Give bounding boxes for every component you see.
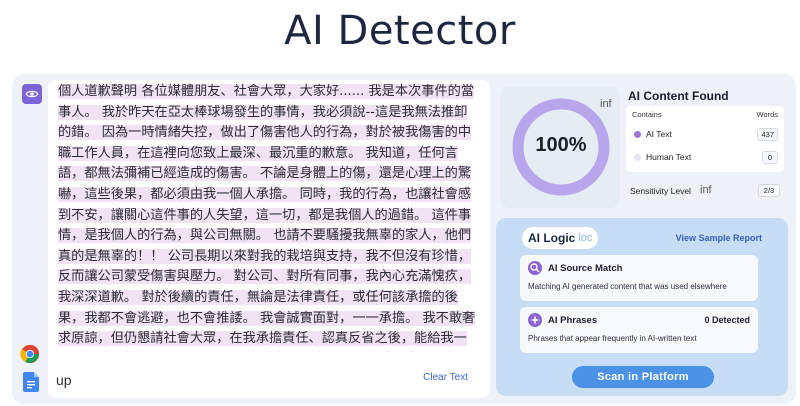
col-words: Words — [756, 110, 778, 119]
source-match-title: AI Source Match — [548, 263, 623, 274]
human-text-count: 0 — [762, 151, 778, 164]
sensitivity-label: Sensitivity Level — [630, 186, 691, 196]
phrases-title: AI Phrases — [548, 315, 598, 326]
analyzed-text[interactable]: 個人道歉聲明 各位媒體朋友、社會大眾，大家好...... 我是本次事件的當事人。… — [58, 82, 478, 352]
ai-text-dot — [634, 131, 641, 138]
ai-phrases-card[interactable]: AI Phrases 0 Detected Phrases that appea… — [520, 307, 758, 353]
source-match-desc: Matching AI generated content that was u… — [528, 282, 727, 291]
ai-text-label: AI Text — [646, 129, 672, 139]
content-table: Contains Words AI Text 437 Human Text 0 — [626, 106, 784, 172]
col-contains: Contains — [632, 110, 662, 119]
table-row: AI Text 437 — [632, 128, 778, 142]
source-match-icon — [528, 261, 542, 275]
text-input-field[interactable] — [56, 370, 256, 390]
ai-logic-suffix: loc — [578, 232, 593, 244]
content-found-title: AI Content Found — [628, 89, 729, 103]
clear-text-button[interactable]: Clear Text — [423, 372, 468, 383]
human-text-dot — [634, 154, 641, 161]
page-title: AI Detector — [284, 8, 516, 54]
left-toolbar — [12, 74, 48, 404]
ai-source-match-card[interactable]: AI Source Match Matching AI generated co… — [520, 255, 758, 301]
chrome-icon[interactable] — [20, 344, 40, 364]
text-panel: 個人道歉聲明 各位媒體朋友、社會大眾，大家好...... 我是本次事件的當事人。… — [48, 80, 490, 398]
phrases-desc: Phrases that appear frequently in AI-wri… — [528, 334, 697, 343]
google-docs-icon[interactable] — [23, 372, 39, 392]
ai-text-count: 437 — [757, 128, 778, 141]
phrases-count: 0 Detected — [704, 315, 750, 325]
content-found-panel: AI Content Found Contains Words AI Text … — [624, 86, 788, 208]
scan-in-platform-button[interactable]: Scan in Platform — [572, 366, 714, 388]
table-row: Human Text 0 — [632, 151, 778, 165]
human-text-label: Human Text — [646, 152, 692, 162]
sensitivity-inf-label: inf — [700, 184, 712, 196]
sensitivity-value[interactable]: 2/3 — [758, 184, 780, 197]
eye-icon[interactable] — [22, 84, 42, 104]
score-inf-label: inf — [600, 98, 612, 110]
ai-logic-tab[interactable]: AI Logic loc — [522, 227, 599, 249]
ai-logic-title: AI Logic — [528, 231, 576, 245]
sparkle-icon — [528, 313, 542, 327]
ai-percentage: 100% — [535, 134, 587, 156]
view-sample-report-link[interactable]: View Sample Report — [676, 233, 762, 243]
